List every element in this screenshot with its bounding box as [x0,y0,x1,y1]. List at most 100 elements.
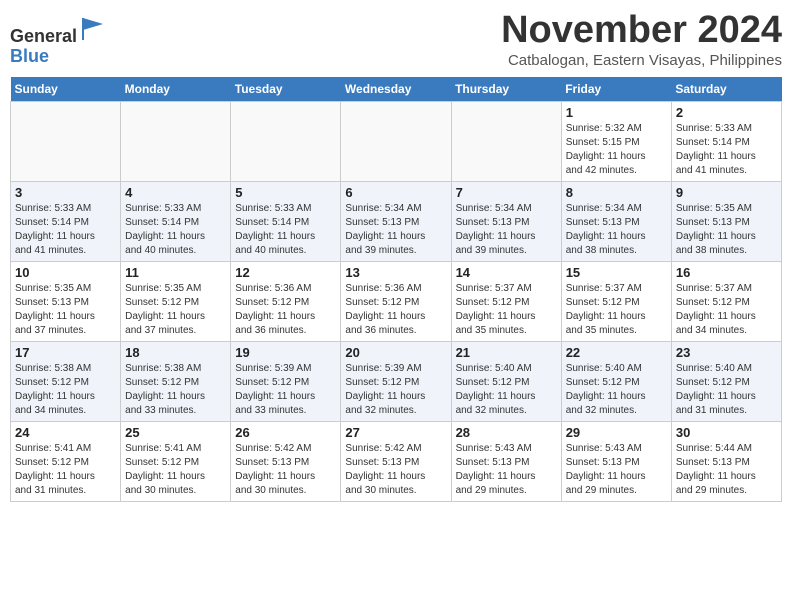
logo-blue-text: Blue [10,46,49,66]
day-number: 17 [15,345,116,360]
calendar-cell: 8Sunrise: 5:34 AMSunset: 5:13 PMDaylight… [561,181,671,261]
weekday-header-wednesday: Wednesday [341,77,451,102]
day-info: Sunrise: 5:33 AMSunset: 5:14 PMDaylight:… [125,202,226,258]
day-info: Sunrise: 5:36 AMSunset: 5:12 PMDaylight:… [235,282,336,338]
day-info: Sunrise: 5:38 AMSunset: 5:12 PMDaylight:… [125,362,226,418]
day-number: 10 [15,265,116,280]
calendar-cell: 30 Sunrise: 5:44 AMSunset: 5:13 PMDayligh… [671,421,781,501]
day-number: 19 [235,345,336,360]
day-number: 4 [125,185,226,200]
day-info: Sunrise: 5:41 AMSunset: 5:12 PMDaylight:… [15,442,116,498]
logo-general-text: General [10,26,77,46]
calendar-cell: 14Sunrise: 5:37 AMSunset: 5:12 PMDayligh… [451,261,561,341]
month-title: November 2024 [501,10,782,52]
day-info: Sunrise: 5:38 AMSunset: 5:12 PMDaylight:… [15,362,116,418]
day-number: 16 [676,265,777,280]
calendar-cell: 15 Sunrise: 5:37 AMSunset: 5:12 PMDayligh… [561,261,671,341]
day-number: 28 [456,425,557,440]
day-number: 21 [456,345,557,360]
day-number: 27 [345,425,446,440]
calendar-cell: 10 Sunrise: 5:35 AMSunset: 5:13 PMDayligh… [11,261,121,341]
weekday-header-tuesday: Tuesday [231,77,341,102]
calendar-cell: 3Sunrise: 5:33 AMSunset: 5:14 PMDaylight… [11,181,121,261]
calendar-cell: 28 Sunrise: 5:43 AMSunset: 5:13 PMDayligh… [451,421,561,501]
weekday-header-thursday: Thursday [451,77,561,102]
day-number: 30 [676,425,777,440]
calendar-cell: 24 Sunrise: 5:41 AMSunset: 5:12 PMDayligh… [11,421,121,501]
calendar-cell [231,101,341,181]
calendar-cell [121,101,231,181]
day-number: 23 [676,345,777,360]
day-number: 2 [676,105,777,120]
calendar-cell: 13 Sunrise: 5:36 AMSunset: 5:12 PMDayligh… [341,261,451,341]
day-info: Sunrise: 5:34 AMSunset: 5:13 PMDaylight:… [456,202,557,258]
day-number: 18 [125,345,226,360]
day-number: 24 [15,425,116,440]
day-info: Sunrise: 5:42 AMSunset: 5:13 PMDaylight:… [345,442,446,498]
day-info: Sunrise: 5:40 AMSunset: 5:12 PMDaylight:… [566,362,667,418]
calendar-cell: 21Sunrise: 5:40 AMSunset: 5:12 PMDayligh… [451,341,561,421]
day-number: 5 [235,185,336,200]
calendar-cell: 18 Sunrise: 5:38 AMSunset: 5:12 PMDayligh… [121,341,231,421]
day-info: Sunrise: 5:33 AMSunset: 5:14 PMDaylight:… [15,202,116,258]
title-block: November 2024 Catbalogan, Eastern Visaya… [501,10,782,69]
calendar-cell: 19Sunrise: 5:39 AMSunset: 5:12 PMDayligh… [231,341,341,421]
calendar-header: SundayMondayTuesdayWednesdayThursdayFrid… [11,77,782,102]
day-number: 7 [456,185,557,200]
day-number: 8 [566,185,667,200]
day-number: 1 [566,105,667,120]
day-number: 22 [566,345,667,360]
day-info: Sunrise: 5:33 AMSunset: 5:14 PMDaylight:… [676,122,777,178]
calendar-cell: 5 Sunrise: 5:33 AMSunset: 5:14 PMDaylight… [231,181,341,261]
day-info: Sunrise: 5:35 AMSunset: 5:13 PMDaylight:… [15,282,116,338]
day-number: 12 [235,265,336,280]
day-info: Sunrise: 5:42 AMSunset: 5:13 PMDaylight:… [235,442,336,498]
day-number: 13 [345,265,446,280]
calendar-cell: 7 Sunrise: 5:34 AMSunset: 5:13 PMDaylight… [451,181,561,261]
calendar-table: SundayMondayTuesdayWednesdayThursdayFrid… [10,77,782,502]
calendar-cell: 22 Sunrise: 5:40 AMSunset: 5:12 PMDayligh… [561,341,671,421]
day-info: Sunrise: 5:36 AMSunset: 5:12 PMDaylight:… [345,282,446,338]
weekday-header-saturday: Saturday [671,77,781,102]
calendar-cell: 11 Sunrise: 5:35 AMSunset: 5:12 PMDayligh… [121,261,231,341]
day-number: 15 [566,265,667,280]
day-info: Sunrise: 5:35 AMSunset: 5:12 PMDaylight:… [125,282,226,338]
day-number: 29 [566,425,667,440]
calendar-cell: 25 Sunrise: 5:41 AMSunset: 5:12 PMDayligh… [121,421,231,501]
day-number: 25 [125,425,226,440]
calendar-cell: 17 Sunrise: 5:38 AMSunset: 5:12 PMDayligh… [11,341,121,421]
day-number: 6 [345,185,446,200]
day-info: Sunrise: 5:33 AMSunset: 5:14 PMDaylight:… [235,202,336,258]
page-header: General Blue November 2024 Catbalogan, E… [10,10,782,69]
weekday-header-friday: Friday [561,77,671,102]
weekday-header-sunday: Sunday [11,77,121,102]
calendar-cell: 29 Sunrise: 5:43 AMSunset: 5:13 PMDayligh… [561,421,671,501]
calendar-cell: 4 Sunrise: 5:33 AMSunset: 5:14 PMDaylight… [121,181,231,261]
calendar-cell: 20Sunrise: 5:39 AMSunset: 5:12 PMDayligh… [341,341,451,421]
calendar-cell: 12 Sunrise: 5:36 AMSunset: 5:12 PMDayligh… [231,261,341,341]
calendar-cell: 26Sunrise: 5:42 AMSunset: 5:13 PMDayligh… [231,421,341,501]
day-info: Sunrise: 5:34 AMSunset: 5:13 PMDaylight:… [345,202,446,258]
day-info: Sunrise: 5:43 AMSunset: 5:13 PMDaylight:… [456,442,557,498]
weekday-header-monday: Monday [121,77,231,102]
calendar-cell: 9Sunrise: 5:35 AMSunset: 5:13 PMDaylight… [671,181,781,261]
calendar-cell [341,101,451,181]
day-info: Sunrise: 5:32 AMSunset: 5:15 PMDaylight:… [566,122,667,178]
day-info: Sunrise: 5:37 AMSunset: 5:12 PMDaylight:… [676,282,777,338]
calendar-cell: 27 Sunrise: 5:42 AMSunset: 5:13 PMDayligh… [341,421,451,501]
calendar-cell [11,101,121,181]
day-info: Sunrise: 5:44 AMSunset: 5:13 PMDaylight:… [676,442,777,498]
calendar-cell: 6 Sunrise: 5:34 AMSunset: 5:13 PMDaylight… [341,181,451,261]
calendar-cell: 23Sunrise: 5:40 AMSunset: 5:12 PMDayligh… [671,341,781,421]
day-number: 11 [125,265,226,280]
location-subtitle: Catbalogan, Eastern Visayas, Philippines [501,52,782,69]
calendar-cell: 16 Sunrise: 5:37 AMSunset: 5:12 PMDayligh… [671,261,781,341]
day-info: Sunrise: 5:41 AMSunset: 5:12 PMDaylight:… [125,442,226,498]
calendar-cell [451,101,561,181]
day-info: Sunrise: 5:43 AMSunset: 5:13 PMDaylight:… [566,442,667,498]
logo: General Blue [10,14,107,67]
day-number: 20 [345,345,446,360]
calendar-cell: 1 Sunrise: 5:32 AMSunset: 5:15 PMDaylight… [561,101,671,181]
day-info: Sunrise: 5:35 AMSunset: 5:13 PMDaylight:… [676,202,777,258]
day-info: Sunrise: 5:37 AMSunset: 5:12 PMDaylight:… [566,282,667,338]
